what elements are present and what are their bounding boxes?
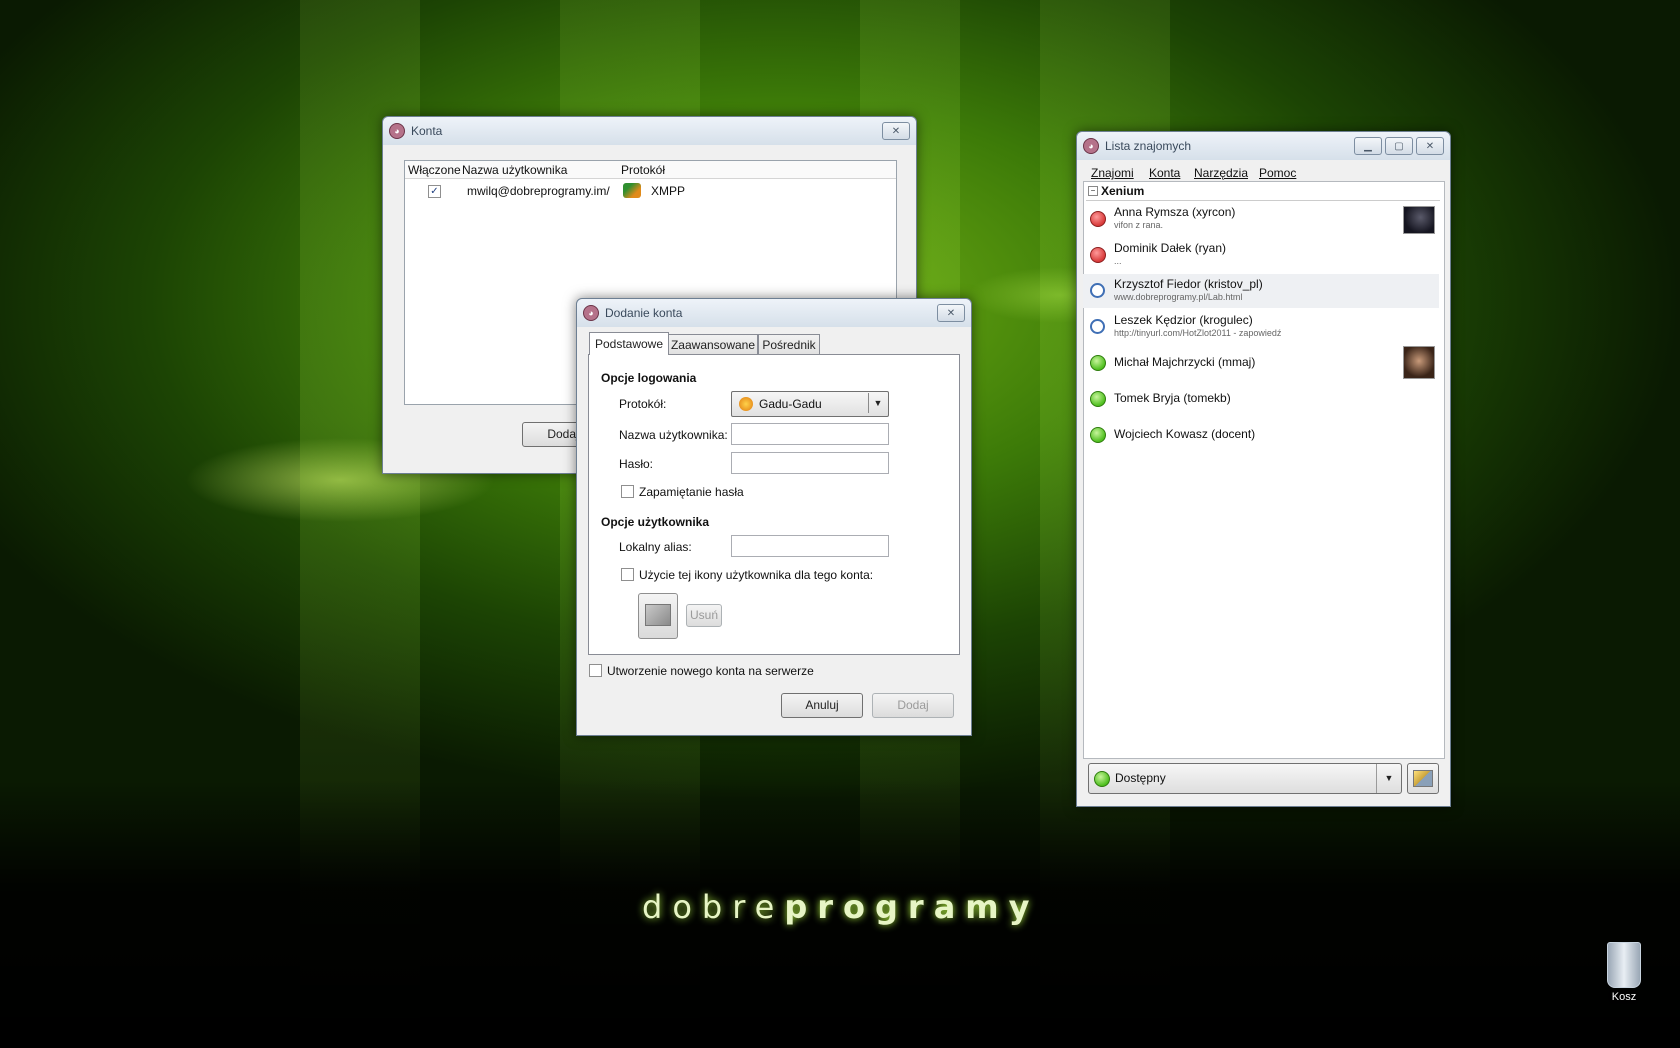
create-account-checkbox[interactable] [589, 664, 602, 677]
contact-item[interactable]: Michał Majchrzycki (mmaj) [1083, 346, 1439, 380]
remove-icon-button[interactable]: Usuń [686, 604, 722, 627]
trash-label: Kosz [1611, 991, 1637, 1003]
busy-icon [1090, 247, 1106, 263]
contact-name: Dominik Dałek (ryan) [1114, 241, 1227, 255]
use-icon-label[interactable]: Użycie tej ikony użytkownika dla tego ko… [639, 568, 873, 582]
user-section-heading: Opcje użytkownika [601, 515, 710, 529]
contact-name: Krzysztof Fiedor (kristov_pl) [1114, 277, 1263, 291]
account-username: mwilq@dobreprogramy.im/ [467, 184, 610, 198]
trash-desktop-icon[interactable]: Kosz [1598, 942, 1650, 1003]
col-enabled[interactable]: Włączone [408, 163, 461, 177]
menu-narzedzia[interactable]: Narzędzia [1194, 166, 1248, 180]
use-icon-checkbox[interactable] [621, 568, 634, 581]
online-icon [1094, 771, 1110, 787]
busy-icon [1090, 211, 1106, 227]
buddy-icon-placeholder [645, 604, 671, 626]
add-account-titlebar[interactable]: ◕ Dodanie konta ✕ [577, 299, 971, 327]
create-account-label[interactable]: Utworzenie nowego konta na serwerze [607, 664, 814, 678]
group-header[interactable]: − Xenium [1086, 183, 1440, 201]
group-name: Xenium [1101, 184, 1145, 198]
brand-light: dobre [642, 888, 785, 926]
account-row[interactable]: ✓ mwilq@dobreprogramy.im/ XMPP [405, 179, 896, 203]
contact-item[interactable]: Dominik Dałek (ryan) ... [1083, 238, 1439, 272]
avatar [1403, 206, 1435, 234]
password-label: Hasło: [619, 457, 654, 471]
contact-item[interactable]: Tomek Bryja (tomekb) [1083, 382, 1439, 416]
close-icon[interactable]: ✕ [1416, 137, 1444, 155]
konta-titlebar[interactable]: ◕ Konta ✕ [383, 117, 916, 145]
contact-name: Wojciech Kowasz (docent) [1114, 427, 1256, 441]
protocol-select[interactable]: Gadu-Gadu ▼ [731, 391, 889, 417]
contact-status: http://tinyurl.com/HotZlot2011 - zapowie… [1114, 328, 1282, 338]
status-select[interactable]: Dostępny ▼ [1088, 763, 1402, 794]
protocol-label: Protokół: [619, 397, 667, 411]
contact-name: Leszek Kędzior (krogulec) [1114, 313, 1253, 327]
contact-status: ... [1114, 256, 1122, 266]
cancel-button[interactable]: Anuluj [781, 693, 863, 718]
away-clock-icon [1090, 319, 1105, 334]
menu-znajomi[interactable]: Znajomi [1091, 166, 1134, 180]
contact-item[interactable]: Wojciech Kowasz (docent) [1083, 418, 1439, 452]
contact-name: Michał Majchrzycki (mmaj) [1114, 355, 1256, 369]
menu-konta[interactable]: Konta [1149, 166, 1180, 180]
trash-icon [1607, 942, 1641, 988]
col-username[interactable]: Nazwa użytkownika [462, 163, 567, 177]
add-button[interactable]: Dodaj [872, 693, 954, 718]
buddy-icon-button[interactable] [1407, 763, 1439, 794]
buddy-icon-button[interactable] [638, 593, 678, 639]
remember-password-label[interactable]: Zapamiętanie hasła [639, 485, 744, 499]
contact-item[interactable]: Leszek Kędzior (krogulec) http://tinyurl… [1083, 310, 1439, 344]
minimize-icon[interactable]: ▁ [1354, 137, 1382, 155]
add-account-title: Dodanie konta [605, 306, 683, 320]
close-icon[interactable]: ✕ [937, 304, 965, 322]
user-icon [1413, 770, 1433, 787]
contact-status: vifon z rana. [1114, 220, 1164, 230]
contact-name: Anna Rymsza (xyrcon) [1114, 205, 1236, 219]
konta-title: Konta [411, 124, 443, 138]
username-label: Nazwa użytkownika: [619, 428, 728, 442]
password-input[interactable] [731, 452, 889, 474]
tab-posrednik[interactable]: Pośrednik [758, 334, 820, 356]
alias-label: Lokalny alias: [619, 540, 692, 554]
tab-podstawowe[interactable]: Podstawowe [589, 332, 669, 355]
remember-password-checkbox[interactable] [621, 485, 634, 498]
pidgin-icon: ◕ [1083, 138, 1099, 154]
contact-item[interactable]: Krzysztof Fiedor (kristov_pl) www.dobrep… [1083, 274, 1439, 308]
online-icon [1090, 355, 1106, 371]
account-protocol: XMPP [651, 184, 686, 198]
accounts-list-header: Włączone Nazwa użytkownika Protokół [405, 161, 896, 179]
maximize-icon[interactable]: ▢ [1385, 137, 1413, 155]
login-section-heading: Opcje logowania [601, 371, 697, 385]
status-value: Dostępny [1115, 771, 1166, 785]
menu-pomoc[interactable]: Pomoc [1259, 166, 1296, 180]
away-clock-icon [1090, 283, 1105, 298]
pidgin-icon: ◕ [389, 123, 405, 139]
online-icon [1090, 391, 1106, 407]
contact-item[interactable]: Anna Rymsza (xyrcon) vifon z rana. [1083, 202, 1439, 236]
chevron-down-icon[interactable]: ▼ [1376, 764, 1401, 793]
contact-name: Tomek Bryja (tomekb) [1114, 391, 1231, 405]
username-input[interactable] [731, 423, 889, 445]
avatar [1403, 346, 1435, 379]
brand-logo: dobreprogramy [642, 888, 1040, 926]
xmpp-icon [623, 183, 641, 198]
chevron-down-icon[interactable]: ▼ [868, 393, 887, 413]
pidgin-icon: ◕ [583, 305, 599, 321]
alias-input[interactable] [731, 535, 889, 557]
gadu-gadu-icon [739, 397, 753, 411]
brand-bold: programy [784, 888, 1040, 926]
collapse-icon[interactable]: − [1088, 186, 1098, 196]
protocol-value: Gadu-Gadu [759, 397, 822, 411]
close-icon[interactable]: ✕ [882, 122, 910, 140]
buddy-list-title: Lista znajomych [1105, 139, 1192, 153]
buddy-list-titlebar[interactable]: ◕ Lista znajomych ▁ ▢ ✕ [1077, 132, 1450, 160]
online-icon [1090, 427, 1106, 443]
tab-zaawansowane[interactable]: Zaawansowane [668, 334, 758, 356]
col-protocol[interactable]: Protokół [621, 163, 665, 177]
contact-status: www.dobreprogramy.pl/Lab.html [1114, 292, 1243, 302]
account-enabled-checkbox[interactable]: ✓ [428, 185, 441, 198]
